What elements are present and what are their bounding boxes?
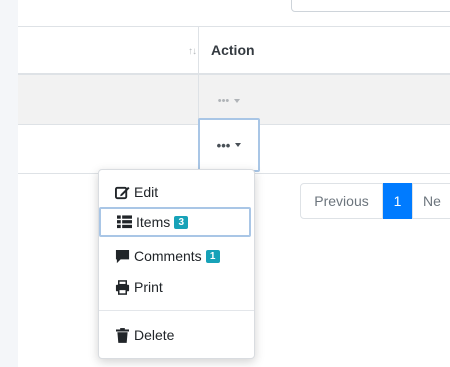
trash-icon bbox=[114, 327, 130, 343]
caret-down-icon bbox=[235, 143, 242, 147]
menu-item-label: Comments bbox=[134, 248, 202, 264]
menu-item-label: Print bbox=[134, 279, 163, 295]
menu-item-edit[interactable]: Edit bbox=[99, 177, 254, 207]
menu-divider bbox=[99, 310, 254, 311]
print-icon bbox=[114, 279, 130, 295]
previous-page-button[interactable]: Previous bbox=[300, 183, 383, 219]
search-input[interactable] bbox=[291, 0, 450, 12]
row-action-dropdown-button[interactable]: ••• bbox=[198, 88, 260, 114]
ellipsis-icon: ••• bbox=[216, 137, 231, 153]
comments-count-badge: 1 bbox=[205, 249, 220, 263]
next-page-button[interactable]: Ne bbox=[412, 183, 450, 219]
comment-icon bbox=[114, 248, 130, 264]
pagination: Previous 1 Ne bbox=[300, 183, 450, 219]
caret-down-icon bbox=[234, 99, 241, 103]
action-dropdown-menu: Edit Items 3 Comments 1 Print Delete bbox=[98, 169, 255, 359]
action-header-label: Action bbox=[211, 42, 255, 58]
menu-item-label: Edit bbox=[134, 184, 159, 200]
page-1-button[interactable]: 1 bbox=[383, 183, 412, 219]
menu-item-print[interactable]: Print bbox=[99, 272, 254, 302]
menu-item-delete[interactable]: Delete bbox=[99, 320, 254, 350]
column-header[interactable]: ↑↓ bbox=[18, 27, 198, 75]
menu-item-label: Delete bbox=[134, 327, 175, 343]
list-icon bbox=[116, 214, 132, 230]
sort-icon[interactable]: ↑↓ bbox=[188, 46, 197, 57]
ellipsis-icon: ••• bbox=[217, 95, 230, 107]
menu-item-comments[interactable]: Comments 1 bbox=[99, 241, 254, 271]
items-count-badge: 3 bbox=[174, 215, 189, 229]
row-action-dropdown-button-active[interactable]: ••• bbox=[198, 118, 260, 172]
menu-item-items[interactable]: Items 3 bbox=[99, 207, 251, 237]
menu-item-label: Items bbox=[136, 214, 171, 230]
edit-icon bbox=[114, 184, 130, 200]
action-column-header: Action bbox=[198, 27, 450, 75]
